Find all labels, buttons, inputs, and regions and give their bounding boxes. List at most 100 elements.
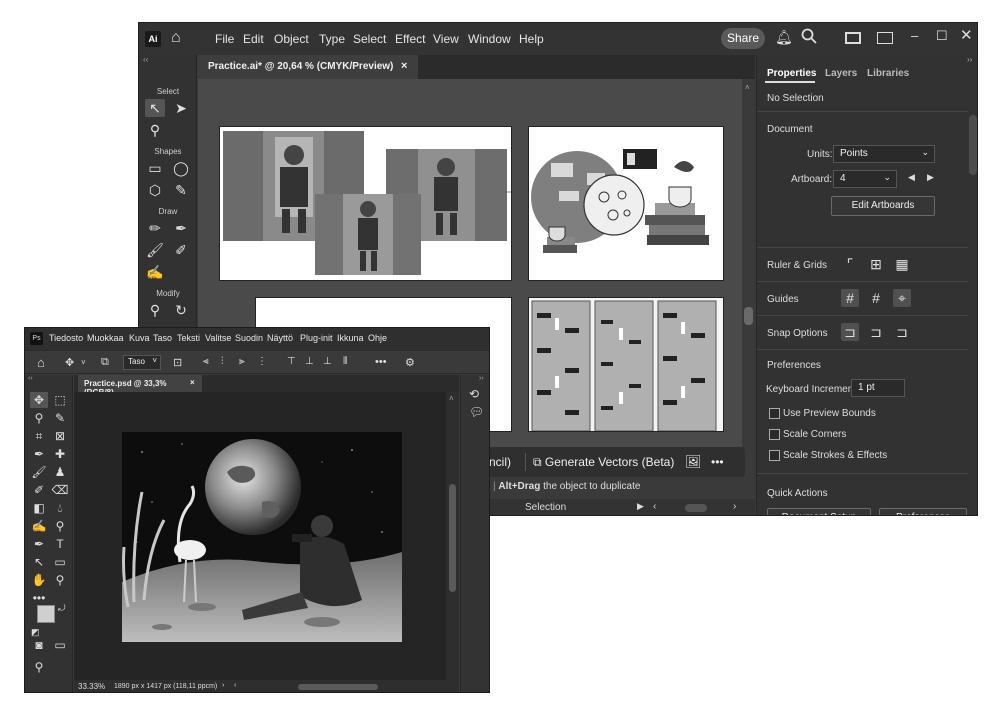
scale-tool-icon[interactable]: ⚲ [145,301,165,319]
menu-taso[interactable]: Taso [153,333,172,343]
foreground-color-swatch[interactable] [37,605,55,623]
hand-tool-icon[interactable]: ✋ [30,572,48,588]
artboard-robots[interactable] [219,126,512,281]
align-bottom-icon[interactable]: ⊥ [323,356,332,367]
distribute-vertical-icon[interactable]: ⦀ [343,356,347,367]
tab-libraries[interactable]: Libraries [867,68,909,79]
status-menu-arrow[interactable]: › [222,682,224,689]
menu-effect[interactable]: Effect [395,32,425,46]
quick-mask-icon[interactable]: ◙ [30,637,48,653]
align-left-icon[interactable]: ⫷ [203,356,209,367]
lock-guides-icon[interactable]: # [867,289,885,307]
marquee-tool-icon[interactable]: ⬚ [51,392,69,408]
pen-tool-icon[interactable]: ✒ [30,536,48,552]
menu-valitse[interactable]: Valitse [205,333,231,343]
menu-suodin[interactable]: Suodin [235,333,263,343]
status-right-arrow[interactable]: › [733,501,736,512]
grid-icon[interactable]: ⊞ [867,255,885,273]
collapse-toolbar-icon[interactable]: ‹‹ [143,55,148,64]
generative-fill-icon[interactable]: ⚲ [30,659,48,675]
ps-document-tab[interactable]: Practice.psd @ 33,3% (RGB/8) × [78,375,202,397]
scale-corners-checkbox[interactable] [769,429,780,440]
snap-to-pixel-icon[interactable]: ⊐ [867,323,885,341]
stamp-tool-icon[interactable]: ♟ [51,464,69,480]
transparency-grid-icon[interactable]: ▦ [893,255,911,273]
dodge-tool-icon[interactable]: ✍ [30,518,48,534]
comments-icon[interactable]: 💬︎ [469,405,484,419]
auto-select-dropdown[interactable]: Taso ˅ [123,355,161,370]
history-icon[interactable]: ⟲ [469,387,479,401]
snap-to-glyph-icon[interactable]: ⊐ [893,323,911,341]
menu-view[interactable]: View [433,32,459,46]
ps-vertical-scrollbar[interactable]: ˄ [446,392,459,680]
h-scroll-left-arrow[interactable]: ‹ [234,682,236,689]
eyedropper-tool-icon[interactable]: ✒ [30,446,48,462]
moon-earth-artwork[interactable] [122,432,402,642]
rectangle-tool-icon[interactable]: ▭ [51,554,69,570]
artboard-select[interactable]: 4 ⌄ [833,170,897,188]
magic-wand-tool-icon[interactable]: ⚲ [145,121,165,139]
blob-brush-tool-icon[interactable]: ✐ [171,241,191,259]
menu-help[interactable]: Help [519,32,544,46]
show-guides-icon[interactable]: # [841,289,859,307]
path-selection-tool-icon[interactable]: ↖ [30,554,48,570]
home-icon[interactable]: ⌂ [171,29,181,47]
more-options-icon[interactable]: ••• [375,356,387,368]
collapse-toolbar-icon[interactable]: ‹‹ [28,375,33,382]
zoom-level[interactable]: 33.33% [78,682,105,691]
snap-to-point-icon[interactable]: ⊐ [841,323,859,341]
align-top-icon[interactable]: ⊤ [287,356,296,367]
transform-controls-icon[interactable]: ⊡ [173,356,182,369]
use-preview-bounds-checkbox[interactable] [769,408,780,419]
menu-file[interactable]: File [215,32,234,46]
ps-scroll-thumb[interactable] [449,484,456,592]
swap-colors-icon[interactable]: ⤾ [58,603,66,614]
polygon-tool-icon[interactable]: ⬡ [145,181,165,199]
selection-tool-icon[interactable]: ↖ [145,99,165,117]
share-button[interactable]: Share [721,28,765,49]
zoom-tool-icon[interactable]: ⚲ [51,572,69,588]
smart-guides-icon[interactable]: ⌖ [893,289,911,307]
maximize-icon[interactable]: ☐ [936,28,948,44]
shaper-tool-icon[interactable]: ✎ [171,181,191,199]
units-select[interactable]: Points ⌄ [833,145,935,163]
type-tool-icon[interactable]: T [51,536,69,552]
panel-scrollbar[interactable] [969,115,977,175]
history-brush-tool-icon[interactable]: ✐ [30,482,48,498]
distribute-icon[interactable]: ⋮ [257,356,267,367]
scroll-up-icon[interactable]: ˄ [449,394,454,403]
generate-vectors-button[interactable]: ⧉ Generate Vectors (Beta) [533,451,675,473]
chevron-down-icon[interactable]: ˅ [81,358,86,367]
menu-nayttö[interactable]: Näyttö [267,333,293,343]
menu-ikkuna[interactable]: Ikkuna [337,333,364,343]
menu-edit[interactable]: Edit [243,32,264,46]
menu-plug-init[interactable]: Plug-init [300,333,333,343]
document-setup-button[interactable]: Document Setup [767,508,871,515]
ellipse-tool-icon[interactable]: ◯ [171,159,191,177]
ai-document-tab[interactable]: Practice.ai* @ 20,64 % (CMYK/Preview) × [198,55,418,79]
settings-gear-icon[interactable]: ⚙ [405,356,415,369]
collapse-panel-icon[interactable]: ›› [967,55,972,64]
ps-h-scroll-thumb[interactable] [298,684,378,690]
healing-brush-tool-icon[interactable]: ✚ [51,446,69,462]
tab-layers[interactable]: Layers [825,68,857,79]
move-tool-icon[interactable]: ✥ [30,392,48,408]
image-options-icon[interactable]: 🖼︎ [685,451,702,473]
menu-kuva[interactable]: Kuva [129,333,150,343]
home-icon[interactable]: ⌂ [37,355,45,370]
bell-icon[interactable]: 🔔︎ [775,29,793,46]
eraser-tool-icon[interactable]: ⌫ [51,482,69,498]
sponge-tool-icon[interactable]: ⚲ [51,518,69,534]
crop-tool-icon[interactable]: ⌗ [30,428,48,444]
align-right-icon[interactable]: ⫸ [239,356,245,367]
ai-scroll-thumb[interactable] [744,307,753,325]
brush-tool-icon[interactable]: 🖌︎ [30,464,48,480]
preferences-button[interactable]: Preferences [879,508,967,515]
expand-panels-icon[interactable]: ›› [479,375,484,382]
menu-select[interactable]: Select [353,32,386,46]
pencil-tool-icon[interactable]: ✏ [145,219,165,237]
workspace-icon[interactable] [877,32,893,44]
close-window-icon[interactable]: ✕ [960,26,973,44]
h-scroll-thumb[interactable] [685,504,707,512]
screen-mode-icon[interactable]: ▭ [51,637,69,653]
